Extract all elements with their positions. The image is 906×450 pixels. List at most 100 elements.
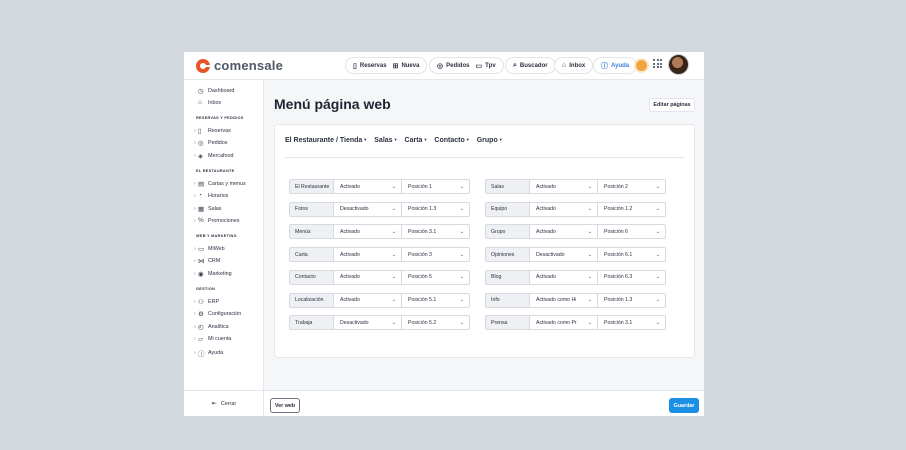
sidebar-item-dashboard[interactable]: ◷ Dashboard bbox=[198, 87, 234, 95]
position-select[interactable]: Posición 1.2 ⌄ bbox=[598, 201, 666, 217]
sidebar-item-cartas[interactable]: › ▤ Cartas y menus bbox=[194, 180, 246, 188]
status-select[interactable]: Activado ⌄ bbox=[334, 269, 402, 285]
help-icon: ⓘ bbox=[198, 351, 205, 358]
status-select[interactable]: Activado ⌄ bbox=[334, 292, 402, 308]
sidebar-item-erp[interactable]: › ⚇ ERP bbox=[194, 298, 219, 306]
menu-row: Menús Activado ⌄ Posición 3.1 ⌄ bbox=[289, 224, 470, 240]
tab-carta[interactable]: Carta▼ bbox=[405, 137, 428, 144]
sidebar-item-reservas[interactable]: › ▯ Reservas bbox=[194, 127, 231, 135]
chevron-down-icon: ⌄ bbox=[587, 228, 592, 235]
position-select[interactable]: Posición 6.3 ⌄ bbox=[598, 269, 666, 285]
tab-restaurante[interactable]: El Restaurante / Tienda▼ bbox=[285, 137, 367, 144]
sidebar-item-label: Mi cuenta bbox=[208, 336, 232, 342]
save-button[interactable]: Guardar bbox=[669, 398, 699, 413]
clock-icon: ◔ bbox=[198, 192, 202, 199]
sidebar-item-mi-cuenta[interactable]: › ▱ Mi cuenta bbox=[194, 335, 232, 343]
tab-salas[interactable]: Salas▼ bbox=[374, 137, 397, 144]
sidebar-item-horarios[interactable]: › ◔ Horarios bbox=[194, 192, 228, 199]
tab-label: El Restaurante / Tienda bbox=[285, 137, 363, 144]
view-web-button[interactable]: Ver web bbox=[270, 398, 300, 413]
nav-tpv-label: Tpv bbox=[485, 62, 496, 69]
menu-row-label: Equipo bbox=[485, 201, 530, 217]
chevron-down-icon: ⌄ bbox=[655, 274, 660, 281]
tab-grupo[interactable]: Grupo▼ bbox=[477, 137, 503, 144]
nav-search-button[interactable]: ⌕ Buscador bbox=[505, 57, 556, 74]
status-select[interactable]: Activado como Pr ⌄ bbox=[530, 315, 598, 331]
sidebar-item-label: MiWeb bbox=[208, 246, 225, 252]
position-select[interactable]: Posición 2 ⌄ bbox=[598, 179, 666, 194]
nav-help-button[interactable]: ⓘ Ayuda bbox=[593, 57, 638, 74]
position-value: Posición 6.3 bbox=[604, 274, 633, 281]
position-select[interactable]: Posición 1.3 ⌄ bbox=[598, 292, 666, 308]
theme-toggle-sun-icon[interactable] bbox=[636, 60, 647, 71]
brand-logo[interactable]: comensale bbox=[196, 58, 283, 73]
sidebar-item-miweb[interactable]: › ▭ MiWeb bbox=[194, 245, 225, 253]
menu-row-label: Info bbox=[485, 292, 530, 308]
nav-pedidos-button[interactable]: ◎ Pedidos bbox=[434, 62, 472, 70]
position-select[interactable]: Posición 3.1 ⌄ bbox=[598, 315, 666, 331]
status-value: Desactivado bbox=[536, 251, 565, 258]
card-icon: ▭ bbox=[475, 62, 483, 70]
position-select[interactable]: Posición 6.1 ⌄ bbox=[598, 247, 666, 263]
user-avatar[interactable] bbox=[668, 54, 689, 75]
sidebar-item-crm[interactable]: › ⋈ CRM bbox=[194, 257, 221, 265]
status-select[interactable]: Activado ⌄ bbox=[530, 179, 598, 194]
status-select[interactable]: Activado ⌄ bbox=[334, 247, 402, 263]
tab-contacto[interactable]: Contacto▼ bbox=[434, 137, 469, 144]
position-select[interactable]: Posición 3.1 ⌄ bbox=[402, 224, 470, 240]
nav-tpv-button[interactable]: ▭ Tpv bbox=[472, 62, 498, 70]
chart-icon: ◴ bbox=[198, 324, 204, 331]
logout-button[interactable]: ⇤ Cerrar bbox=[184, 390, 264, 416]
caret-down-icon: ▼ bbox=[498, 137, 503, 142]
position-select[interactable]: Posición 1.3 ⌄ bbox=[402, 201, 470, 217]
sidebar-item-label: Promociones bbox=[208, 217, 240, 224]
search-icon: ⌕ bbox=[513, 61, 517, 69]
sidebar-item-marketing[interactable]: › ◉ Marketing bbox=[194, 270, 232, 278]
chevron-down-icon: ⌄ bbox=[587, 297, 592, 303]
status-select[interactable]: Activado ⌄ bbox=[334, 224, 402, 240]
position-select[interactable]: Posición 5.1 ⌄ bbox=[402, 292, 470, 308]
status-select[interactable]: Desactivado ⌄ bbox=[334, 315, 402, 331]
status-select[interactable]: Activado ⌄ bbox=[530, 269, 598, 285]
sidebar-item-inbox[interactable]: ⌂ Inbox bbox=[198, 99, 221, 106]
nav-reservas-button[interactable]: ▯ Reservas bbox=[350, 62, 390, 70]
status-select[interactable]: Activado como Hi ⌄ bbox=[530, 292, 598, 308]
status-select[interactable]: Desactivado ⌄ bbox=[530, 247, 598, 263]
sidebar-item-promociones[interactable]: › % Promociones bbox=[194, 217, 240, 224]
chevron-down-icon: ⌄ bbox=[459, 228, 464, 235]
position-select[interactable]: Posición 5 ⌄ bbox=[402, 269, 470, 285]
sidebar-item-configuracion[interactable]: › ⚙ Configuración bbox=[194, 310, 241, 318]
menu-row: Opiniones Desactivado ⌄ Posición 6.1 ⌄ bbox=[485, 247, 666, 263]
chevron-down-icon: ⌄ bbox=[587, 183, 592, 190]
position-select[interactable]: Posición 1 ⌄ bbox=[402, 179, 470, 194]
caret-down-icon: ▼ bbox=[423, 137, 428, 142]
share-icon: ⋈ bbox=[198, 258, 205, 265]
chevron-down-icon: ⌄ bbox=[655, 297, 660, 303]
status-value: Desactivado bbox=[340, 319, 369, 326]
nav-inbox-button[interactable]: ⌂ Inbox bbox=[554, 57, 594, 74]
sidebar-item-analitica[interactable]: › ◴ Analítica bbox=[194, 323, 229, 331]
apps-grid-icon[interactable] bbox=[653, 59, 662, 68]
edit-pages-button[interactable]: Editar páginas bbox=[649, 98, 695, 112]
menu-row-label: El Restaurante bbox=[289, 179, 334, 194]
status-select[interactable]: Desactivado ⌄ bbox=[334, 201, 402, 217]
sidebar-item-pedidos[interactable]: › ◎ Pedidos bbox=[194, 139, 227, 147]
chevron-down-icon: ⌄ bbox=[459, 206, 464, 213]
nav-nueva-button[interactable]: ⊞ Nueva bbox=[390, 62, 423, 70]
position-select[interactable]: Posición 6 ⌄ bbox=[598, 224, 666, 240]
menu-row: Blog Activado ⌄ Posición 6.3 ⌄ bbox=[485, 269, 666, 285]
position-select[interactable]: Posición 3 ⌄ bbox=[402, 247, 470, 263]
menu-row-label: Contacto bbox=[289, 269, 334, 285]
status-select[interactable]: Activado ⌄ bbox=[334, 179, 402, 194]
sidebar-item-ayuda[interactable]: › ⓘ Ayuda bbox=[194, 348, 224, 358]
chevron-down-icon: ⌄ bbox=[391, 228, 396, 235]
chevron-down-icon: ⌄ bbox=[587, 251, 592, 258]
sidebar-item-label: Ayuda bbox=[208, 350, 224, 356]
position-select[interactable]: Posición 5.2 ⌄ bbox=[402, 315, 470, 331]
status-select[interactable]: Activado ⌄ bbox=[530, 224, 598, 240]
sidebar-item-mercafood[interactable]: › ◈ Mercafood bbox=[194, 152, 233, 160]
tab-label: Grupo bbox=[476, 137, 498, 144]
status-select[interactable]: Activado ⌄ bbox=[530, 201, 598, 217]
sidebar-item-label: CRM bbox=[208, 258, 221, 264]
sidebar-item-salas[interactable]: › ▦ Salas bbox=[194, 205, 222, 213]
